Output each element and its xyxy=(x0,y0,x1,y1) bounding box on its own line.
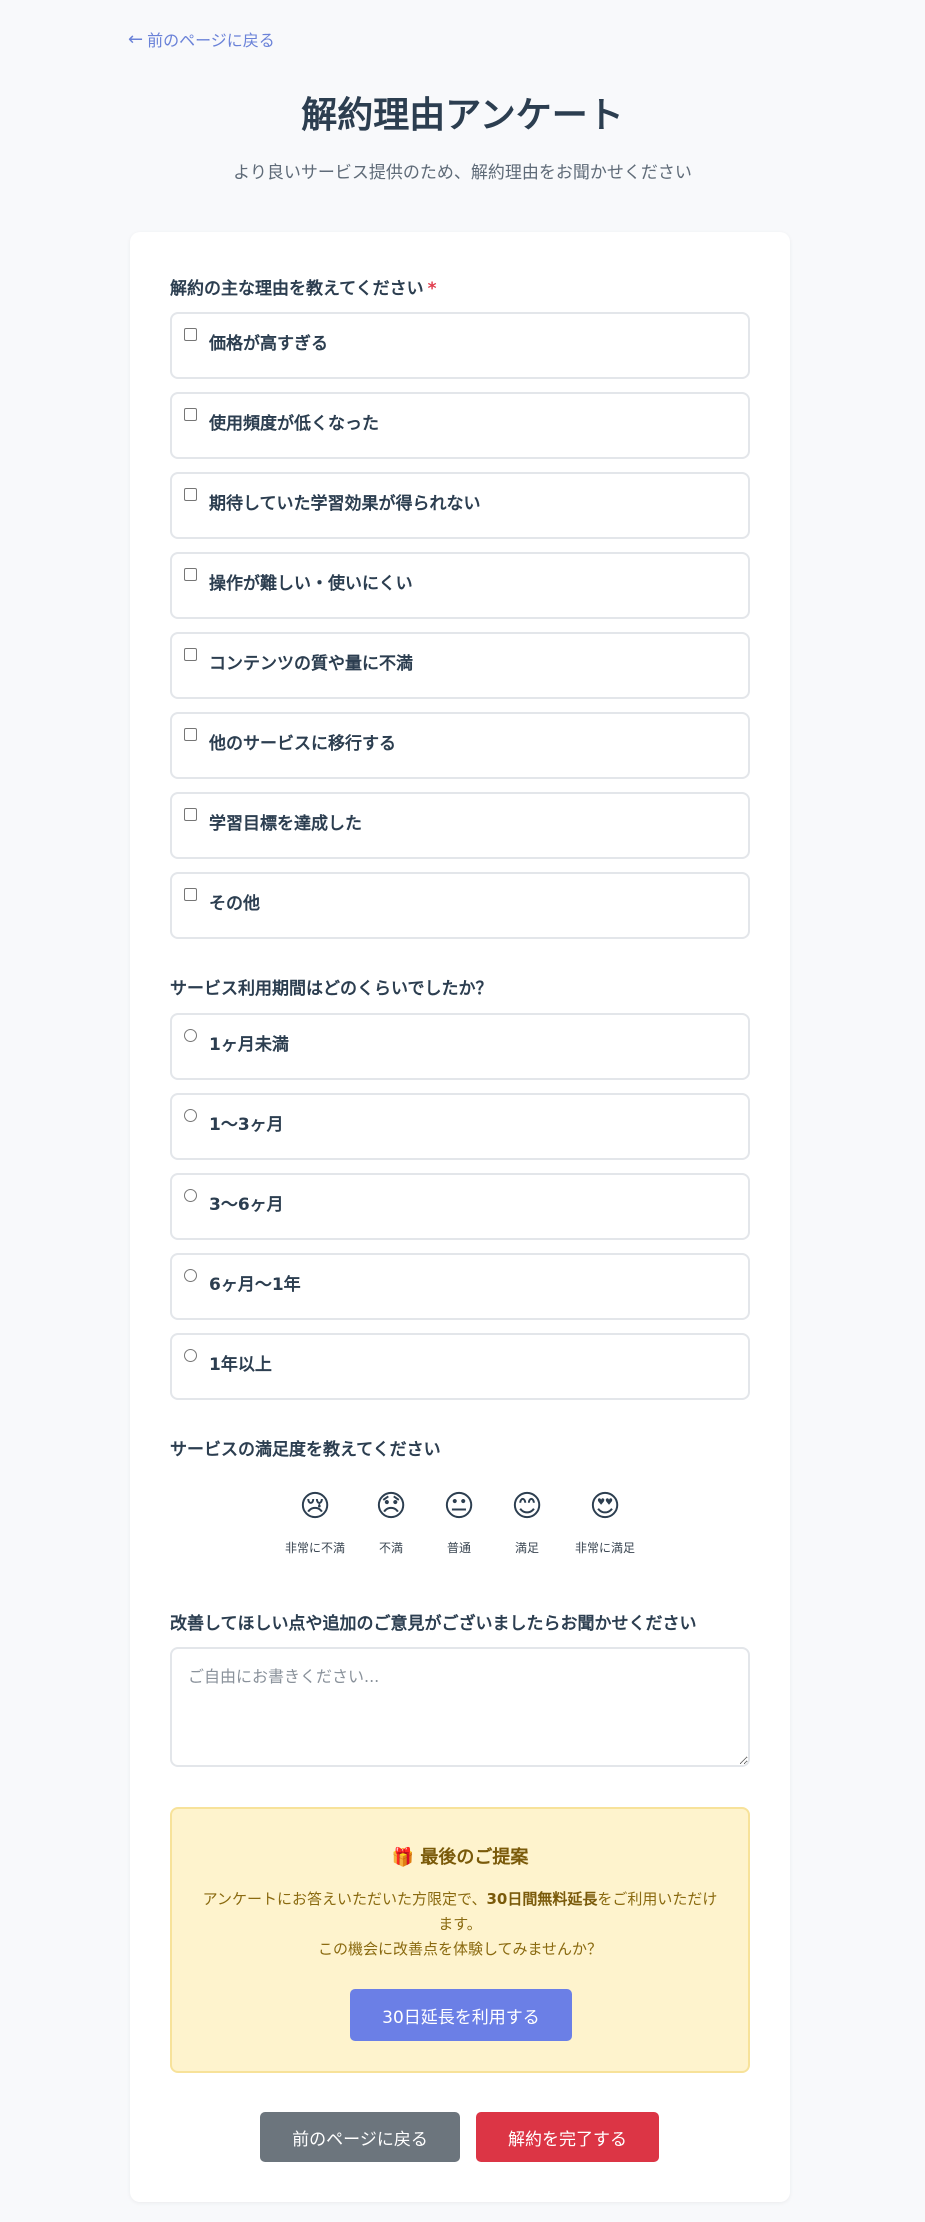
reasons-label-text: 解約の主な理由を教えてください xyxy=(170,279,424,299)
radio-button[interactable] xyxy=(184,1029,197,1042)
reason-option-switching[interactable]: 他のサービスに移行する xyxy=(170,712,750,779)
page: ← 前のページに戻る 解約理由アンケート より良いサービス提供のため、解約理由を… xyxy=(0,0,925,2222)
offer-line-1: アンケートにお答えいただいた方限定で、30日間無料延長をご利用いただけます。 xyxy=(202,1887,718,1937)
back-link-label: 前のページに戻る xyxy=(147,31,275,50)
period-option-3-6m[interactable]: 3〜6ヶ月 xyxy=(170,1173,750,1240)
offer-title-text: 最後のご提案 xyxy=(420,1847,529,1868)
reasons-label: 解約の主な理由を教えてください * xyxy=(170,274,437,299)
reason-option-label: コンテンツの質や量に不満 xyxy=(209,654,413,674)
offer-title: 🎁 最後のご提案 xyxy=(172,1843,748,1869)
offer-highlight: 30日間無料延長 xyxy=(486,1890,598,1908)
reason-option-no-effect[interactable]: 期待していた学習効果が得られない xyxy=(170,472,750,539)
complete-cancellation-button[interactable]: 解約を完了する xyxy=(476,2112,659,2162)
checkbox[interactable] xyxy=(184,408,197,421)
page-subtitle: より良いサービス提供のため、解約理由をお聞かせください xyxy=(233,163,692,183)
checkbox[interactable] xyxy=(184,648,197,661)
period-option-label: 6ヶ月〜1年 xyxy=(209,1275,301,1295)
reason-option-label: 使用頻度が低くなった xyxy=(209,414,379,434)
reason-option-label: 操作が難しい・使いにくい xyxy=(209,574,413,594)
radio-button[interactable] xyxy=(184,1189,197,1202)
rating-satisfied[interactable]: 😊 満足 xyxy=(482,1487,572,1556)
feedback-textarea[interactable] xyxy=(170,1647,750,1767)
satisfaction-rating: 😢 非常に不満 😞 不満 😐 普通 😊 満足 😍 非常に満足 xyxy=(130,1487,790,1567)
reason-option-label: 期待していた学習効果が得られない xyxy=(209,494,481,514)
period-label: サービス利用期間はどのくらいでしたか？ xyxy=(170,979,493,999)
period-option-label: 1年以上 xyxy=(209,1355,272,1375)
arrow-left-icon: ← xyxy=(128,28,144,50)
offer-body: アンケートにお答えいただいた方限定で、30日間無料延長をご利用いただけます。 こ… xyxy=(202,1887,718,1962)
checkbox[interactable] xyxy=(184,488,197,501)
reason-option-label: その他 xyxy=(209,894,260,914)
checkbox[interactable] xyxy=(184,728,197,741)
extend-30-days-button[interactable]: 30日延長を利用する xyxy=(350,1989,572,2041)
period-option-under-1m[interactable]: 1ヶ月未満 xyxy=(170,1013,750,1080)
reason-option-label: 他のサービスに移行する xyxy=(209,734,396,754)
reason-option-other[interactable]: その他 xyxy=(170,872,750,939)
rating-label: 満足 xyxy=(514,1541,539,1555)
offer-line-2: この機会に改善点を体験してみませんか？ xyxy=(317,1940,603,1958)
period-option-label: 1ヶ月未満 xyxy=(209,1035,289,1055)
satisfaction-label: サービスの満足度を教えてください xyxy=(170,1440,441,1460)
checkbox[interactable] xyxy=(184,328,197,341)
required-mark: * xyxy=(427,279,437,299)
offer-line-1-pre: アンケートにお答えいただいた方限定で、 xyxy=(202,1890,487,1908)
reason-option-goal-achieved[interactable]: 学習目標を達成した xyxy=(170,792,750,859)
period-option-over-1y[interactable]: 1年以上 xyxy=(170,1333,750,1400)
radio-button[interactable] xyxy=(184,1269,197,1282)
reason-option-hard-to-use[interactable]: 操作が難しい・使いにくい xyxy=(170,552,750,619)
rating-label: 非常に満足 xyxy=(574,1541,635,1555)
reason-option-price[interactable]: 価格が高すぎる xyxy=(170,312,750,379)
checkbox[interactable] xyxy=(184,568,197,581)
page-title: 解約理由アンケート xyxy=(301,95,624,136)
rating-very-satisfied[interactable]: 😍 非常に満足 xyxy=(560,1487,650,1556)
radio-button[interactable] xyxy=(184,1349,197,1362)
period-option-label: 1〜3ヶ月 xyxy=(209,1115,284,1135)
reason-option-label: 価格が高すぎる xyxy=(209,334,328,354)
radio-button[interactable] xyxy=(184,1109,197,1122)
checkbox[interactable] xyxy=(184,888,197,901)
period-option-1-3m[interactable]: 1〜3ヶ月 xyxy=(170,1093,750,1160)
smiling-face-icon: 😊 xyxy=(511,1489,543,1524)
back-button[interactable]: 前のページに戻る xyxy=(260,2112,460,2162)
period-option-label: 3〜6ヶ月 xyxy=(209,1195,284,1215)
period-option-6m-1y[interactable]: 6ヶ月〜1年 xyxy=(170,1253,750,1320)
survey-card: 解約の主な理由を教えてください * 価格が高すぎる 使用頻度が低くなった 期待して… xyxy=(130,232,790,2202)
back-link[interactable]: ← 前のページに戻る xyxy=(128,27,275,51)
feedback-label: 改善してほしい点や追加のご意見がございましたらお聞かせください xyxy=(170,1614,697,1634)
retention-offer: 🎁 最後のご提案 アンケートにお答えいただいた方限定で、30日間無料延長をご利用… xyxy=(170,1807,750,2073)
reason-option-content[interactable]: コンテンツの質や量に不満 xyxy=(170,632,750,699)
reason-option-label: 学習目標を達成した xyxy=(209,814,362,834)
checkbox[interactable] xyxy=(184,808,197,821)
gift-icon: 🎁 xyxy=(391,1847,415,1868)
heart-eyes-face-icon: 😍 xyxy=(589,1489,621,1524)
reason-option-low-usage[interactable]: 使用頻度が低くなった xyxy=(170,392,750,459)
